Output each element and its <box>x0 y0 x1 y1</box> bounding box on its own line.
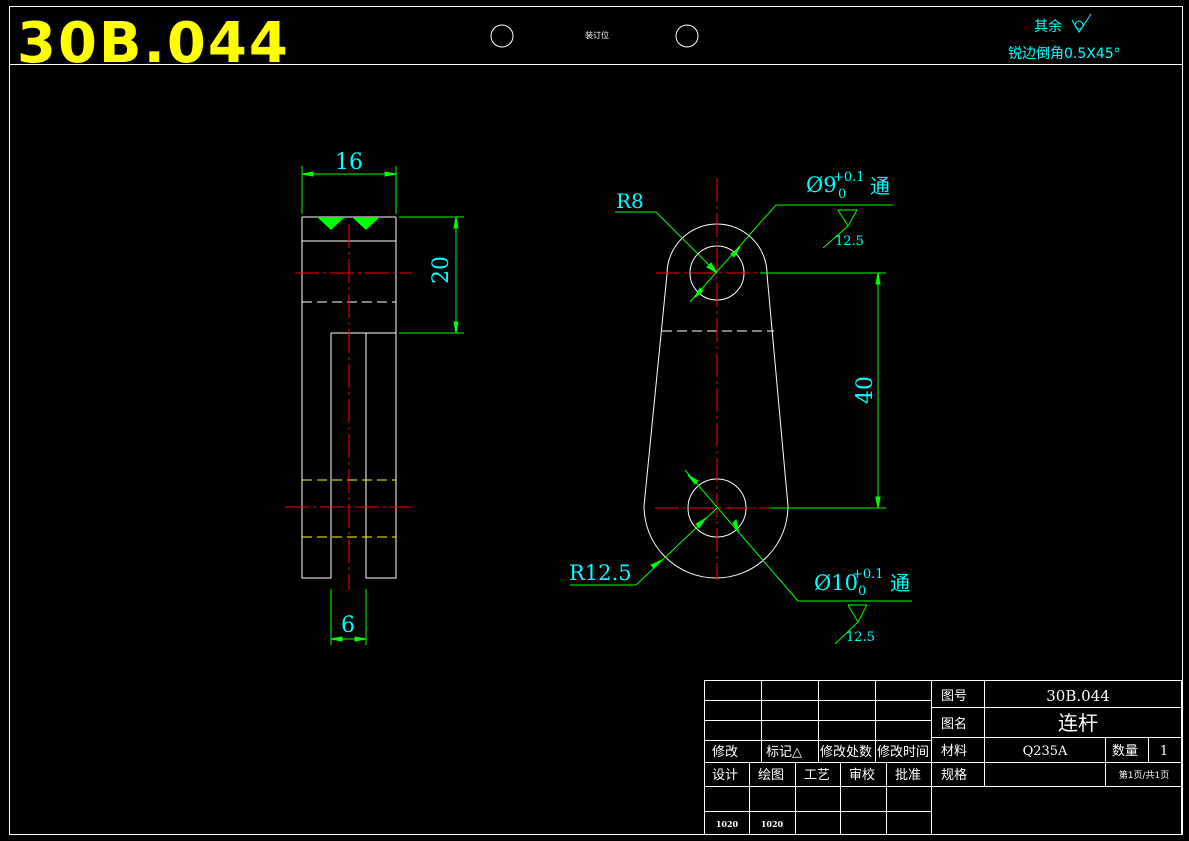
dim-radius-r12-5-text: R12.5 <box>569 561 632 585</box>
title-block: 修改 标记△ 修改处数 修改时间 设计 绘图 工艺 审校 批准 1020 102… <box>704 680 1182 835</box>
part-name-label: 图名 <box>941 716 967 732</box>
material-value: Q235A <box>1023 744 1068 759</box>
rev-header-mark: 标记△ <box>766 745 802 760</box>
dim-hole-small-leader <box>689 204 893 303</box>
dim-center-40-text: 40 <box>853 376 878 404</box>
binding-hole-right <box>675 24 699 48</box>
dim-slot-6-text: 6 <box>341 613 355 638</box>
roughness-small-value: 12.5 <box>835 234 864 249</box>
drawing-no-value: 30B.044 <box>1046 687 1110 705</box>
dim-width-16-text: 16 <box>335 150 363 175</box>
role-design: 设计 <box>712 768 738 783</box>
part-name-value: 连杆 <box>1058 711 1098 735</box>
binding-hole-left <box>490 24 514 48</box>
role-review: 审校 <box>849 767 875 783</box>
chamfer-note: 锐边倒角0.5X45° <box>1008 46 1121 62</box>
role-process: 工艺 <box>804 768 830 783</box>
other-roughness-label: 其余 <box>1034 18 1062 35</box>
hole-small-tol-lower: 0 <box>838 187 846 202</box>
dim-hole-small-text: Ø9 +0.1 0 通 <box>806 170 890 202</box>
dim-height-20-text: 20 <box>429 256 454 284</box>
drawing-no-label: 图号 <box>941 689 967 704</box>
dim-radius-r8 <box>615 211 718 274</box>
page-info: 第1页/共1页 <box>1119 769 1170 781</box>
drawing-code-title: 30B.044 <box>17 11 290 76</box>
side-view: 16 20 6 <box>285 150 464 645</box>
hole-large-through: 通 <box>890 571 910 595</box>
roughness-symbol-icon <box>1071 13 1092 33</box>
hole-large-tol-lower: 0 <box>858 584 866 599</box>
dim-radius-r8-text: R8 <box>616 189 644 213</box>
hole-small-diameter: Ø9 <box>806 173 837 197</box>
side-view-centerlines <box>285 224 412 590</box>
date-design: 1020 <box>716 819 739 829</box>
engineering-drawing: 30B.044 装订位 其余 锐边倒角0.5X45° 16 20 6 40 R8… <box>9 6 1183 835</box>
rev-header-time: 修改时间 <box>877 745 929 760</box>
rev-header-count: 修改处数 <box>820 745 872 760</box>
link-outline <box>643 223 789 579</box>
material-label: 材料 <box>941 744 967 759</box>
hole-small-through: 通 <box>870 174 890 198</box>
dim-hole-large-text: Ø10 +0.1 0 通 <box>814 567 910 599</box>
front-view-centerlines <box>655 178 781 580</box>
role-drawing: 绘图 <box>758 768 784 783</box>
roughness-large-value: 12.5 <box>846 630 875 645</box>
hole-small-tol-upper: +0.1 <box>833 170 865 185</box>
spec-label: 规格 <box>941 767 967 783</box>
sheet-frame <box>9 6 1183 835</box>
hole-large-tol-upper: +0.1 <box>852 567 884 582</box>
quantity-value: 1 <box>1160 744 1168 759</box>
role-approve: 批准 <box>895 768 921 783</box>
date-drawing: 1020 <box>761 819 784 829</box>
binding-mark: 装订位 <box>585 30 609 40</box>
rev-header-modify: 修改 <box>712 745 738 760</box>
front-view: 40 R8 Ø9 +0.1 0 通 12.5 R12.5 Ø10 +0.1 0 … <box>569 170 912 645</box>
quantity-label: 数量 <box>1112 744 1138 759</box>
